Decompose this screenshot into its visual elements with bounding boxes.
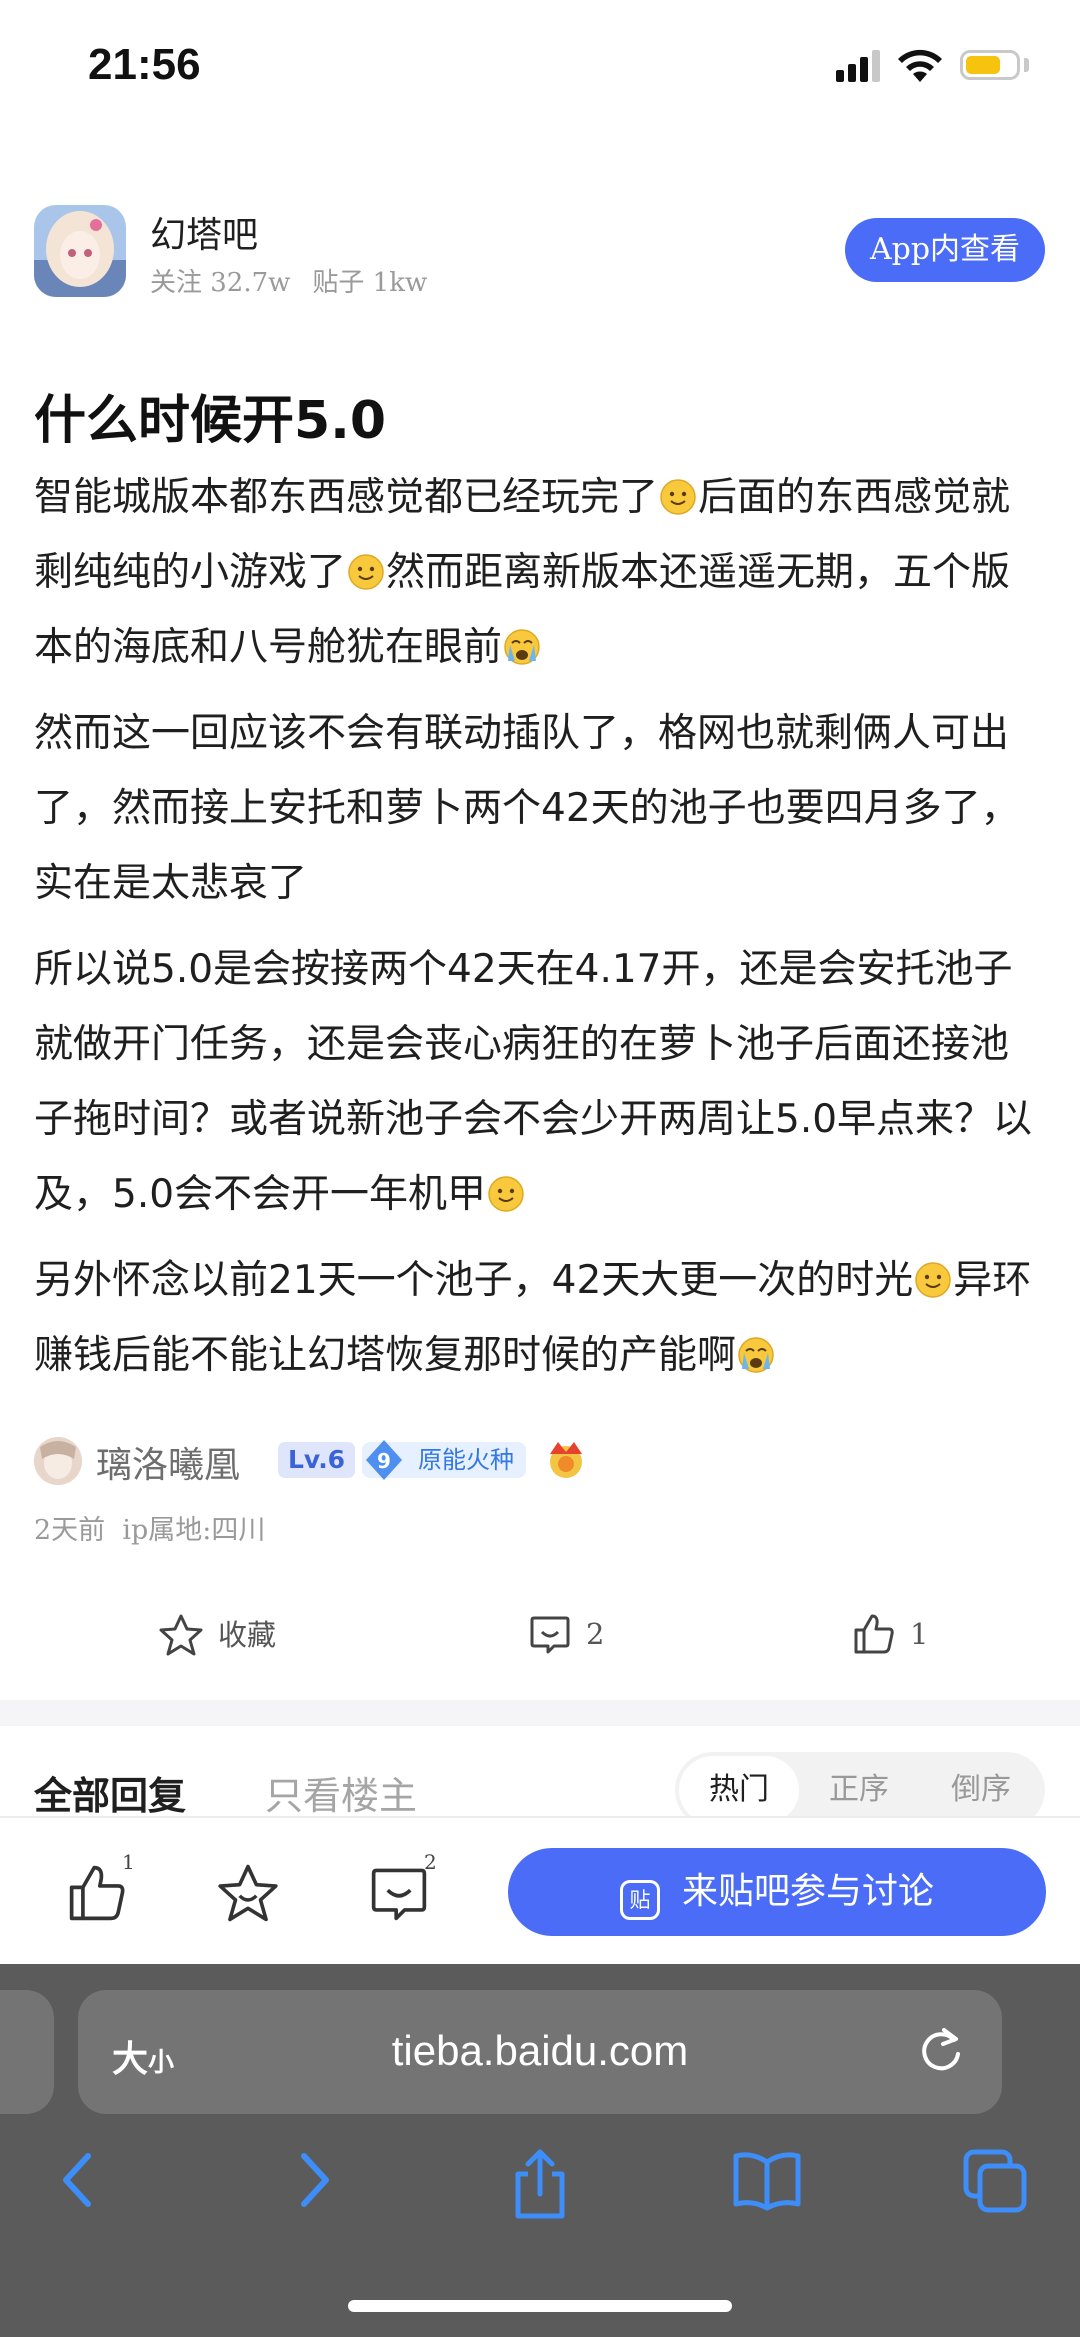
like-count: 1 [910, 1617, 929, 1651]
battery-tip [1024, 58, 1029, 72]
share-icon[interactable] [510, 2148, 570, 2220]
forum-avatar[interactable] [34, 205, 126, 297]
comment-icon [530, 1616, 570, 1654]
forum-post-count: 贴子 1kw [312, 268, 428, 298]
post-text: 然而这一回应该不会有联动插队了，格网也就剩俩人可出了，然而接上安托和萝卜两个42… [34, 711, 1020, 906]
open-in-app-button[interactable]: App内查看 [845, 218, 1045, 282]
post-info: 2天前 ip属地:四川 [34, 1508, 265, 1547]
bottom-comment-count: 2 [424, 1850, 437, 1874]
forward-icon[interactable] [294, 2148, 334, 2212]
forum-meta: 关注 32.7w 贴子 1kw [150, 262, 449, 299]
post-paragraph: 智能城版本都东西感觉都已经玩完了 后面的东西感觉就剩纯纯的小游戏了 然而距离新版本还… [34, 460, 1044, 685]
smile-emoji-icon [348, 540, 384, 590]
star-icon [218, 1864, 278, 1922]
bottom-like-button[interactable] [66, 1862, 128, 1928]
section-divider [0, 1700, 1080, 1726]
bottom-favorite-button[interactable] [216, 1862, 280, 1928]
tabs-icon[interactable] [962, 2148, 1028, 2214]
post-time: 2天前 [34, 1515, 106, 1546]
tieba-icon: 贴 [619, 1880, 660, 1920]
star-icon [159, 1614, 203, 1656]
comment-button[interactable]: 2 [528, 1612, 604, 1656]
thumb-up-icon [854, 1614, 894, 1654]
post-paragraph: 然而这一回应该不会有联动插队了，格网也就剩俩人可出了，然而接上安托和萝卜两个42… [34, 696, 1044, 921]
bottom-comment-button[interactable] [368, 1862, 430, 1928]
comment-count: 2 [586, 1617, 605, 1651]
like-button[interactable]: 1 [852, 1612, 928, 1656]
post-text: 所以说5.0是会按接两个42天在4.17开，还是会安托池子就做开门任务，还是会丧… [34, 947, 1033, 1217]
post-paragraph: 所以说5.0是会按接两个42天在4.17开，还是会安托池子就做开门任务，还是会丧… [34, 932, 1044, 1232]
thumb-up-icon [69, 1865, 125, 1921]
tab-all-replies[interactable]: 全部回复 [34, 1765, 186, 1820]
tab-op-only[interactable]: 只看楼主 [265, 1765, 417, 1820]
status-time: 21:56 [88, 40, 201, 89]
smile-emoji-icon [488, 1162, 524, 1212]
bottom-like-count: 1 [122, 1850, 135, 1874]
join-discussion-button[interactable]: 贴来贴吧参与讨论 [508, 1848, 1046, 1936]
signal-icon [836, 50, 880, 82]
home-indicator [348, 2300, 732, 2312]
author-name[interactable]: 璃洛曦凰 [96, 1436, 240, 1488]
author-avatar-image [34, 1437, 82, 1485]
forum-avatar-image [34, 205, 126, 297]
cry-emoji-icon [738, 1323, 774, 1373]
cry-emoji-icon [504, 615, 540, 665]
sort-hot[interactable]: 热门 [679, 1756, 799, 1824]
back-icon[interactable] [58, 2148, 98, 2212]
smile-emoji-icon [660, 465, 696, 515]
join-discussion-label: 来贴吧参与讨论 [681, 1871, 934, 1912]
badge-diamond-icon: 9 [366, 1440, 402, 1480]
post-title: 什么时候开5.0 [34, 391, 387, 451]
level-badge: Lv.6 [278, 1442, 356, 1478]
medal-icon [550, 1442, 582, 1478]
reload-icon[interactable] [916, 2022, 966, 2078]
favorite-button[interactable]: 收藏 [158, 1612, 276, 1657]
author-avatar[interactable] [34, 1437, 82, 1485]
post-paragraph: 另外怀念以前21天一个池子，42天大更一次的时光 异环赚钱后能不能让幻塔恢复那时候… [34, 1243, 1044, 1393]
wifi-icon [898, 49, 942, 82]
battery-icon [960, 50, 1020, 80]
post-text: 智能城版本都东西感觉都已经玩完了 [34, 475, 659, 520]
favorite-label: 收藏 [218, 1618, 277, 1652]
smile-emoji-icon [915, 1248, 952, 1298]
comment-icon [371, 1868, 427, 1921]
post-text: 另外怀念以前21天一个池子，42天大更一次的时光 [34, 1258, 914, 1303]
ip-location: ip属地:四川 [122, 1515, 266, 1546]
badge-number: 9 [377, 1449, 391, 1473]
forum-followers: 关注 32.7w [150, 268, 291, 298]
forum-name[interactable]: 幻塔吧 [150, 206, 258, 258]
bookmarks-icon[interactable] [732, 2148, 802, 2212]
